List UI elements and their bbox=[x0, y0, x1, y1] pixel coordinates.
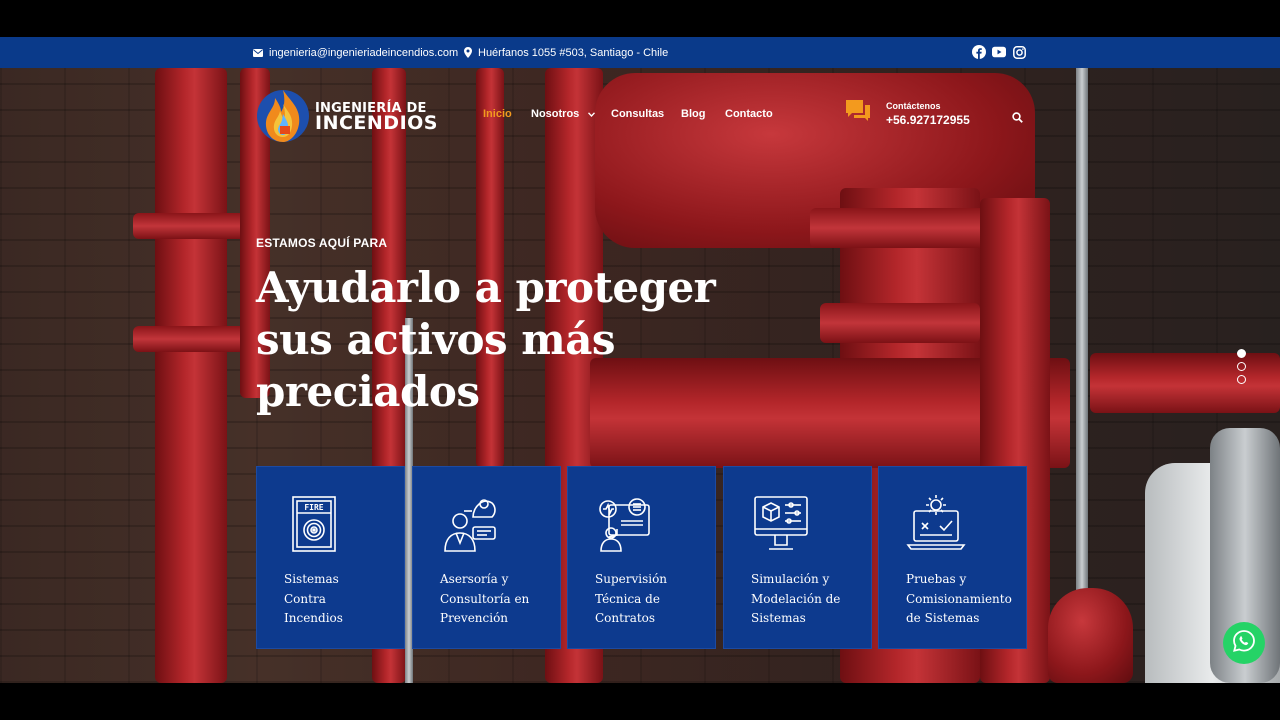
letterbox-top bbox=[0, 0, 1280, 37]
nav-nosotros[interactable]: Nosotros bbox=[531, 108, 596, 120]
simulation-monitor-icon bbox=[751, 493, 811, 555]
consultant-icon bbox=[440, 493, 500, 555]
flame-logo-icon bbox=[255, 86, 311, 149]
background-flange bbox=[133, 213, 253, 239]
chat-bubble-icon bbox=[846, 100, 870, 127]
envelope-icon bbox=[253, 48, 263, 57]
nav-consultas[interactable]: Consultas bbox=[611, 108, 664, 120]
letterbox-bottom bbox=[0, 683, 1280, 720]
contact-label: Contáctenos bbox=[886, 100, 941, 111]
laptop-gear-icon bbox=[906, 493, 966, 555]
logo-line-2: INCENDIOS bbox=[315, 111, 438, 134]
service-card-title: Sistemas Contra Incendios bbox=[284, 570, 399, 629]
search-icon[interactable] bbox=[1012, 110, 1023, 128]
service-card-line: Contra bbox=[284, 591, 326, 606]
service-card-line: Contratos bbox=[595, 611, 656, 625]
service-card-supervision[interactable]: Supervisión Técnica de Contratos bbox=[567, 466, 716, 649]
slider-dot-3[interactable] bbox=[1237, 375, 1246, 384]
whatsapp-button[interactable] bbox=[1223, 622, 1265, 664]
service-card-line: Asersoría y bbox=[440, 572, 509, 586]
service-card-line: Pruebas y bbox=[906, 572, 967, 586]
contact-phone-box[interactable]: Contáctenos +56.927172955 bbox=[846, 100, 970, 127]
service-card-line: Comisionamiento bbox=[906, 591, 1012, 606]
service-card-line: Simulación y bbox=[751, 572, 830, 586]
hero-headline-line: Ayudarlo a proteger bbox=[256, 263, 716, 312]
service-card-line: Modelación de bbox=[751, 591, 841, 606]
slider-pagination bbox=[1237, 349, 1246, 384]
service-card-sistemas[interactable]: FIRE Sistemas Contra Incendios bbox=[256, 466, 405, 649]
nav-nosotros-label: Nosotros bbox=[531, 108, 580, 120]
service-card-title: Pruebas y Comisionamiento de Sistemas bbox=[906, 570, 1021, 629]
service-card-line: Incendios bbox=[284, 611, 343, 625]
instagram-icon[interactable] bbox=[1012, 45, 1026, 59]
site-logo[interactable]: INGENIERÍA DE INCENDIOS bbox=[255, 86, 438, 149]
facebook-icon[interactable] bbox=[972, 45, 986, 59]
svg-text:FIRE: FIRE bbox=[304, 503, 323, 512]
social-links bbox=[972, 45, 1026, 59]
service-card-title: Supervisión Técnica de Contratos bbox=[595, 570, 710, 629]
supervision-icon bbox=[595, 493, 655, 555]
service-card-line: Sistemas bbox=[284, 572, 339, 586]
fire-panel-icon: FIRE bbox=[284, 493, 344, 555]
hero-headline: Ayudarlo a proteger sus activos más prec… bbox=[256, 262, 776, 418]
background-flange bbox=[133, 326, 253, 352]
background-flange bbox=[820, 303, 980, 343]
topbar-email[interactable]: ingenieria@ingenieriadeincendios.com bbox=[253, 37, 458, 68]
service-card-line: Técnica de bbox=[595, 591, 660, 606]
nav-contacto[interactable]: Contacto bbox=[725, 108, 773, 120]
chevron-down-icon bbox=[588, 108, 596, 120]
hero-headline-line: sus activos más bbox=[256, 315, 616, 364]
topbar-email-text: ingenieria@ingenieriadeincendios.com bbox=[269, 46, 459, 59]
service-card-line: de Sistemas bbox=[906, 611, 980, 625]
nav-blog[interactable]: Blog bbox=[681, 108, 705, 120]
service-card-title: Simulación y Modelación de Sistemas bbox=[751, 570, 866, 629]
background-pipe bbox=[155, 68, 227, 683]
service-card-simulacion[interactable]: Simulación y Modelación de Sistemas bbox=[723, 466, 872, 649]
youtube-icon[interactable] bbox=[992, 45, 1006, 59]
service-card-line: Consultoría en bbox=[440, 591, 530, 606]
background-cap bbox=[1048, 588, 1133, 683]
topbar-address-text: Huérfanos 1055 #503, Santiago - Chile bbox=[478, 46, 669, 59]
service-card-line: Supervisión bbox=[595, 572, 668, 586]
slider-dot-2[interactable] bbox=[1237, 362, 1246, 371]
contact-phone: +56.927172955 bbox=[886, 112, 970, 127]
top-info-bar: ingenieria@ingenieriadeincendios.com Hué… bbox=[0, 37, 1280, 68]
service-card-line: Prevención bbox=[440, 611, 509, 625]
hero-headline-line: preciados bbox=[256, 367, 480, 416]
whatsapp-icon bbox=[1232, 629, 1256, 658]
background-pipe bbox=[1090, 353, 1280, 413]
service-card-title: Asersoría y Consultoría en Prevención bbox=[440, 570, 555, 629]
logo-wordmark: INGENIERÍA DE INCENDIOS bbox=[315, 102, 438, 134]
nav-inicio[interactable]: Inicio bbox=[483, 108, 512, 120]
map-pin-icon bbox=[464, 47, 472, 58]
slider-dot-1[interactable] bbox=[1237, 349, 1246, 358]
service-card-asesoria[interactable]: Asersoría y Consultoría en Prevención bbox=[412, 466, 561, 649]
service-card-line: Sistemas bbox=[751, 611, 806, 625]
service-card-pruebas[interactable]: Pruebas y Comisionamiento de Sistemas bbox=[878, 466, 1027, 649]
hero-eyebrow: ESTAMOS AQUÍ PARA bbox=[256, 236, 388, 250]
topbar-address: Huérfanos 1055 #503, Santiago - Chile bbox=[464, 37, 668, 68]
background-pipe bbox=[1076, 68, 1088, 608]
